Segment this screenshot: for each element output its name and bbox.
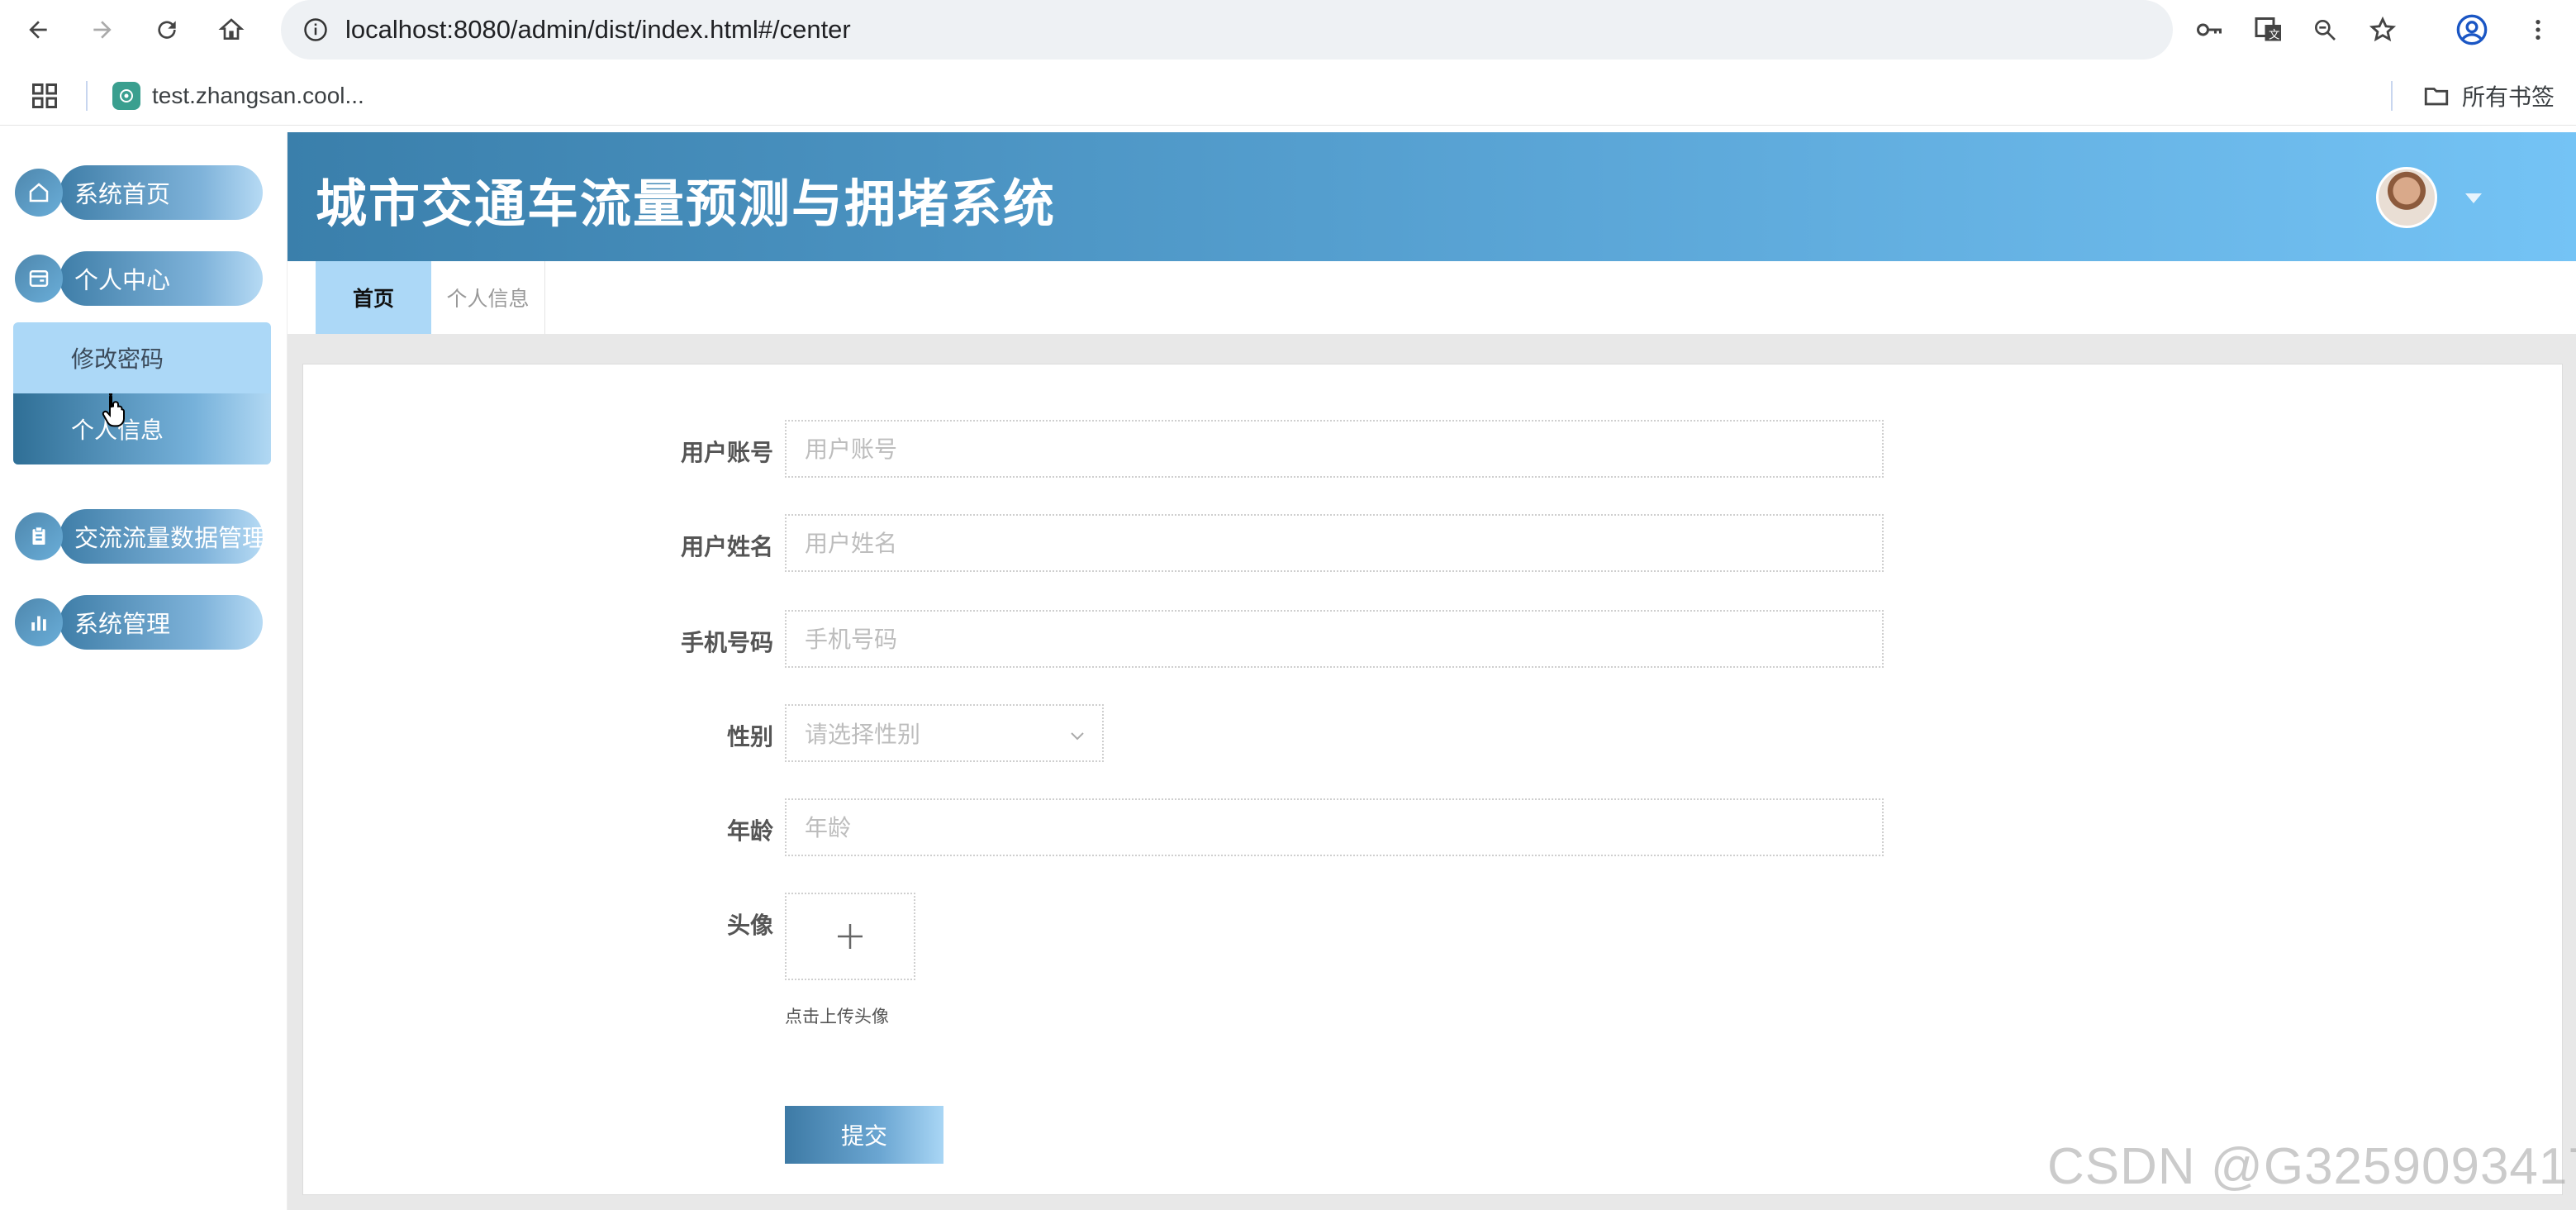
app-title: 城市交通车流量预测与拥堵系统 [316, 174, 1057, 234]
svg-text:文: 文 [2269, 29, 2280, 42]
sidebar-item-home[interactable]: 系统首页 [15, 165, 263, 220]
wallet-icon [15, 255, 63, 302]
sidebar-item-label: 系统管理 [59, 595, 263, 650]
sidebar-item-traffic-data[interactable]: 交流流量数据管理 [15, 509, 263, 564]
age-input[interactable] [785, 798, 1884, 856]
sidebar-item-system-management[interactable]: 系统管理 [15, 595, 263, 650]
name-input[interactable] [785, 514, 1884, 572]
sidebar-item-personal-center[interactable]: 个人中心 [15, 251, 263, 306]
tab-bar: 首页 个人信息 [288, 261, 2576, 334]
plus-icon [838, 924, 863, 949]
bookmark-separator [86, 81, 88, 111]
browser-toolbar: localhost:8080/admin/dist/index.html#/ce… [0, 0, 2576, 60]
avatar[interactable] [2376, 167, 2437, 228]
all-bookmarks-label: 所有书签 [2462, 83, 2555, 111]
site-info-icon[interactable] [297, 12, 334, 48]
bookmark-label: test.zhangsan.cool... [152, 83, 364, 108]
avatar-label: 头像 [726, 912, 773, 939]
folder-icon [2424, 88, 2449, 106]
sidebar-item-label: 系统首页 [59, 165, 263, 220]
profile-icon[interactable] [2452, 10, 2492, 50]
hand-cursor-icon [101, 392, 127, 431]
account-label: 用户账号 [680, 439, 773, 466]
url-text: localhost:8080/admin/dist/index.html#/ce… [345, 15, 851, 45]
reload-icon[interactable] [147, 10, 187, 50]
chatgpt-favicon-icon [112, 82, 140, 110]
chevron-down-icon [1067, 724, 1087, 751]
address-bar[interactable]: localhost:8080/admin/dist/index.html#/ce… [281, 0, 2397, 60]
sidebar-item-label: 交流流量数据管理 [59, 509, 263, 564]
gender-select[interactable]: 请选择性别 [785, 704, 1104, 762]
zoom-icon[interactable] [2307, 12, 2343, 48]
avatar-upload-hint: 点击上传头像 [785, 1007, 889, 1027]
submenu-item-personal-info[interactable]: 个人信息 [13, 393, 271, 464]
account-input[interactable] [785, 420, 1884, 478]
submenu-item-change-password[interactable]: 修改密码 [13, 322, 271, 393]
back-icon[interactable] [18, 10, 58, 50]
caret-down-icon[interactable] [2465, 193, 2482, 203]
submit-button[interactable]: 提交 [785, 1106, 943, 1164]
phone-label: 手机号码 [680, 629, 773, 656]
url-path: :8080/admin/dist/index.html#/center [446, 15, 851, 44]
bar-chart-icon [15, 598, 63, 646]
sidebar-item-label: 个人中心 [59, 251, 263, 306]
url-host: localhost [345, 15, 447, 44]
avatar-upload[interactable] [785, 893, 915, 980]
phone-input[interactable] [785, 610, 1884, 668]
personal-center-submenu: 修改密码 个人信息 [13, 322, 271, 464]
password-key-icon[interactable] [2191, 12, 2227, 48]
bookmarks-bar: test.zhangsan.cool... 所有书签 [0, 66, 2576, 126]
watermark: CSDN @G3259093417 [2047, 1138, 2576, 1195]
age-label: 年龄 [726, 817, 773, 845]
star-icon[interactable] [2365, 12, 2401, 48]
all-bookmarks[interactable]: 所有书签 [2422, 79, 2555, 112]
tab-personal-info[interactable]: 个人信息 [431, 261, 545, 334]
clipboard-icon [15, 512, 63, 560]
app-header: 城市交通车流量预测与拥堵系统 [288, 132, 2576, 261]
gender-label: 性别 [726, 723, 773, 750]
home-icon[interactable] [211, 10, 251, 50]
apps-grid-icon[interactable] [30, 81, 59, 111]
bookmark-separator [2391, 81, 2393, 111]
name-label: 用户姓名 [680, 533, 773, 560]
menu-icon[interactable] [2518, 10, 2558, 50]
gender-select-placeholder: 请选择性别 [805, 721, 921, 748]
tab-home[interactable]: 首页 [316, 261, 431, 334]
bookmark-item[interactable]: test.zhangsan.cool... [112, 79, 364, 112]
translate-icon[interactable]: 文 [2250, 12, 2287, 48]
forward-icon[interactable] [83, 10, 122, 50]
form-card [302, 364, 2563, 1195]
home-icon [15, 169, 63, 217]
